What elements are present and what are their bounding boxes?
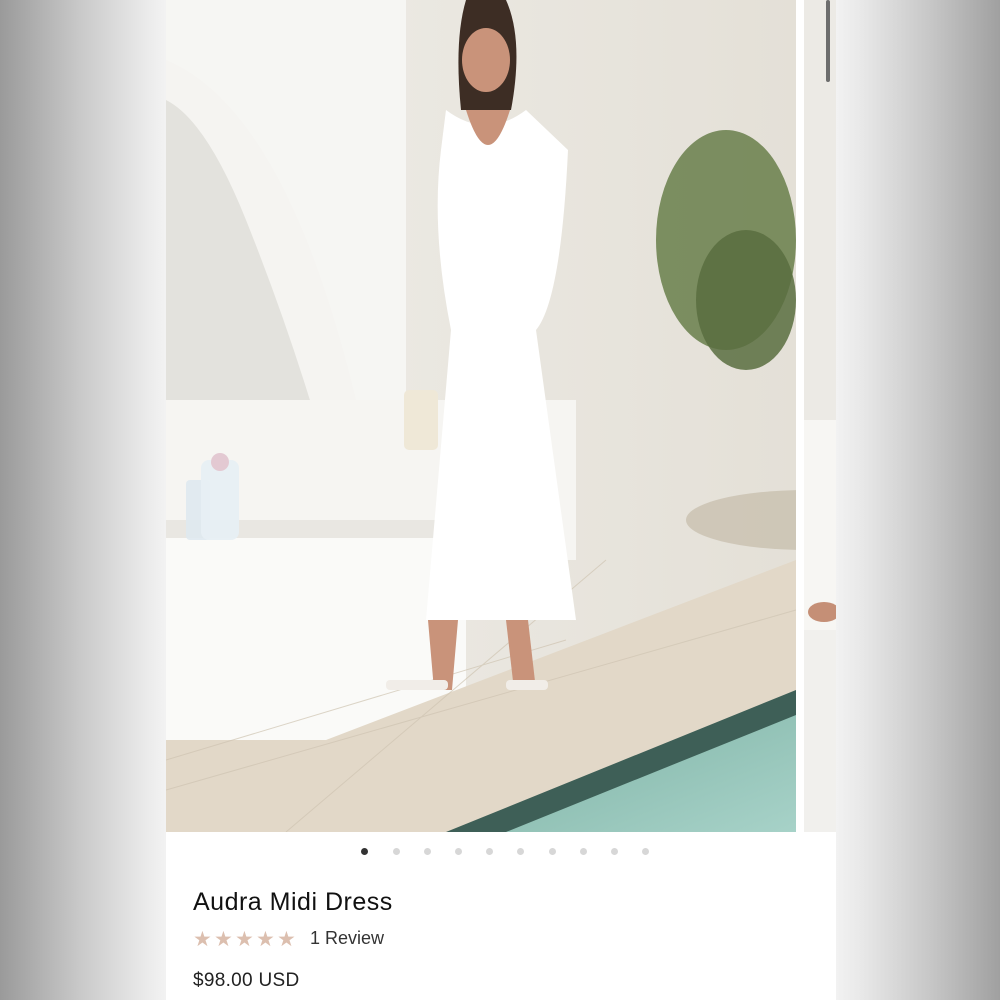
pagination-dot-5[interactable] bbox=[486, 848, 493, 855]
product-title: Audra Midi Dress bbox=[193, 888, 393, 916]
pagination-dot-1[interactable] bbox=[361, 848, 368, 855]
product-image[interactable] bbox=[166, 0, 796, 832]
scrollbar-thumb[interactable] bbox=[826, 0, 830, 82]
review-count-link[interactable]: 1 Review bbox=[310, 928, 384, 949]
product-card: Audra Midi Dress ★ ★ ★ ★ ★ 1 Review $98.… bbox=[166, 0, 836, 1000]
star-icon: ★ bbox=[277, 926, 296, 951]
pagination-dot-2[interactable] bbox=[393, 848, 400, 855]
next-product-image-preview[interactable] bbox=[804, 0, 836, 832]
star-icon: ★ bbox=[193, 926, 212, 951]
star-icon: ★ bbox=[235, 926, 254, 951]
rating-row[interactable]: ★ ★ ★ ★ ★ 1 Review bbox=[193, 928, 384, 949]
pagination-dot-4[interactable] bbox=[455, 848, 462, 855]
star-icon: ★ bbox=[214, 926, 233, 951]
pagination-dot-6[interactable] bbox=[517, 848, 524, 855]
pagination-dot-3[interactable] bbox=[424, 848, 431, 855]
product-photo-graphic bbox=[166, 0, 796, 832]
pagination-dot-7[interactable] bbox=[549, 848, 556, 855]
product-price: $98.00 USD bbox=[193, 970, 300, 991]
pagination-dot-8[interactable] bbox=[580, 848, 587, 855]
next-photo-graphic bbox=[804, 0, 836, 832]
pagination-dot-9[interactable] bbox=[611, 848, 618, 855]
image-pagination bbox=[166, 848, 836, 862]
star-icon: ★ bbox=[256, 926, 275, 951]
pagination-dot-10[interactable] bbox=[642, 848, 649, 855]
